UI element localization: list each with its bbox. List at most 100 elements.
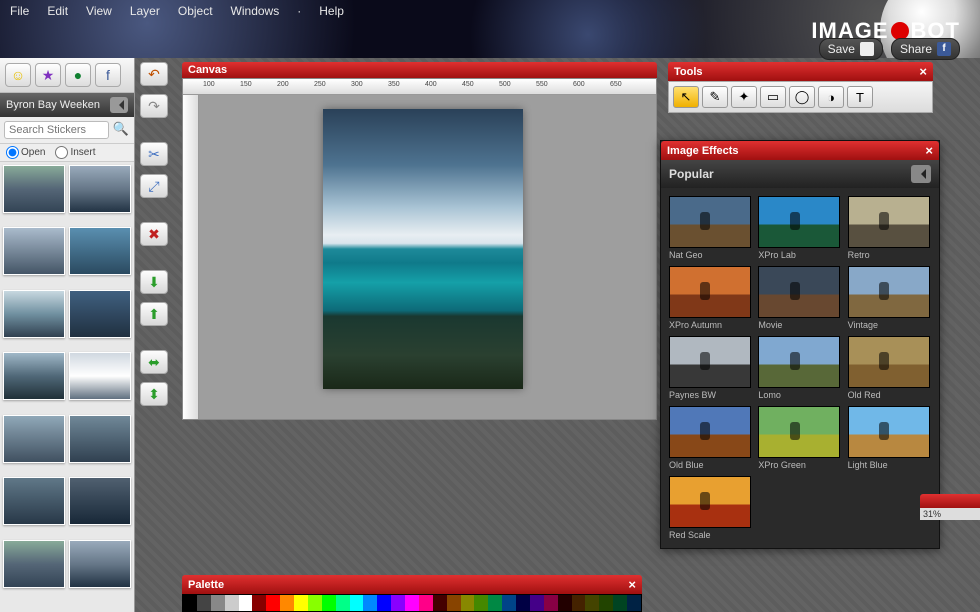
save-button[interactable]: Save	[819, 38, 883, 60]
swatch[interactable]	[211, 595, 225, 611]
swatch[interactable]	[239, 595, 253, 611]
radio-insert[interactable]: Insert	[55, 146, 95, 159]
tool-shape[interactable]: ◑	[818, 86, 844, 108]
effect-old-red[interactable]: Old Red	[848, 336, 931, 400]
tool-rect[interactable]: ▭	[760, 86, 786, 108]
effect-red-scale[interactable]: Red Scale	[669, 476, 752, 540]
menu-file[interactable]: File	[10, 4, 29, 18]
swatch[interactable]	[280, 595, 294, 611]
sticker-thumb[interactable]	[3, 352, 65, 400]
effect-xpro-lab[interactable]: XPro Lab	[758, 196, 841, 260]
effect-vintage[interactable]: Vintage	[848, 266, 931, 330]
sticker-thumb[interactable]	[69, 540, 131, 588]
swatch[interactable]	[419, 595, 433, 611]
swatch[interactable]	[197, 595, 211, 611]
effect-xpro-green[interactable]: XPro Green	[758, 406, 841, 470]
album-back-button[interactable]	[110, 97, 128, 113]
effect-old-blue[interactable]: Old Blue	[669, 406, 752, 470]
menu-object[interactable]: Object	[178, 4, 213, 18]
menu-layer[interactable]: Layer	[130, 4, 160, 18]
crop-button[interactable]: ✂	[140, 142, 168, 166]
palette-close-icon[interactable]: ×	[628, 577, 636, 592]
swatch[interactable]	[225, 595, 239, 611]
swatch[interactable]	[183, 595, 197, 611]
swatch[interactable]	[363, 595, 377, 611]
redo-button[interactable]: ↷	[140, 94, 168, 118]
resize-button[interactable]: ⤢	[140, 174, 168, 198]
sticker-thumb[interactable]	[3, 540, 65, 588]
swatch[interactable]	[377, 595, 391, 611]
search-stickers-input[interactable]	[4, 121, 109, 139]
effect-paynes-bw[interactable]: Paynes BW	[669, 336, 752, 400]
menu-view[interactable]: View	[86, 4, 112, 18]
sticker-thumb[interactable]	[69, 290, 131, 338]
effects-close-icon[interactable]: ×	[925, 143, 933, 158]
swatch[interactable]	[572, 595, 586, 611]
sticker-thumb[interactable]	[3, 415, 65, 463]
swatch[interactable]	[516, 595, 530, 611]
effect-xpro-autumn[interactable]: XPro Autumn	[669, 266, 752, 330]
swatch[interactable]	[266, 595, 280, 611]
flip-h-button[interactable]: ⬆	[140, 302, 168, 326]
sticker-thumb[interactable]	[3, 227, 65, 275]
tool-text[interactable]: T	[847, 86, 873, 108]
flip-v-button[interactable]: ⬇	[140, 270, 168, 294]
swatch[interactable]	[447, 595, 461, 611]
swatch[interactable]	[530, 595, 544, 611]
effects-back-button[interactable]	[911, 165, 931, 183]
sticker-thumb[interactable]	[3, 477, 65, 525]
star-button[interactable]: ★	[35, 63, 61, 87]
sticker-thumb[interactable]	[69, 477, 131, 525]
effect-light-blue[interactable]: Light Blue	[848, 406, 931, 470]
undo-button[interactable]: ↶	[140, 62, 168, 86]
tool-ellipse[interactable]: ◯	[789, 86, 815, 108]
swatch[interactable]	[322, 595, 336, 611]
sticker-thumb[interactable]	[69, 415, 131, 463]
swatch[interactable]	[488, 595, 502, 611]
sticker-thumb[interactable]	[69, 165, 131, 213]
sticker-thumb[interactable]	[69, 227, 131, 275]
swatch[interactable]	[405, 595, 419, 611]
sticker-thumb[interactable]	[3, 165, 65, 213]
effect-lomo[interactable]: Lomo	[758, 336, 841, 400]
menu-help[interactable]: Help	[319, 4, 344, 18]
smiley-button[interactable]: ☺	[5, 63, 31, 87]
menu-edit[interactable]: Edit	[47, 4, 68, 18]
canvas-area[interactable]: 100150200250300350400450500550600650	[182, 78, 657, 420]
badge-button[interactable]: ●	[65, 63, 91, 87]
swatch[interactable]	[627, 595, 641, 611]
swatch[interactable]	[544, 595, 558, 611]
tools-close-icon[interactable]: ×	[919, 64, 927, 79]
tool-brush[interactable]: ✎	[702, 86, 728, 108]
sticker-thumb[interactable]	[3, 290, 65, 338]
radio-open[interactable]: Open	[6, 146, 45, 159]
swatch[interactable]	[599, 595, 613, 611]
swatch[interactable]	[391, 595, 405, 611]
swatch[interactable]	[308, 595, 322, 611]
search-icon[interactable]: 🔍	[112, 121, 130, 139]
share-button[interactable]: Share	[891, 38, 960, 60]
effect-retro[interactable]: Retro	[848, 196, 931, 260]
artboard[interactable]	[323, 109, 523, 389]
swatch[interactable]	[613, 595, 627, 611]
facebook-button[interactable]: f	[95, 63, 121, 87]
effect-nat-geo[interactable]: Nat Geo	[669, 196, 752, 260]
swatch[interactable]	[558, 595, 572, 611]
move-h-button[interactable]: ⬌	[140, 350, 168, 374]
swatch[interactable]	[350, 595, 364, 611]
effect-movie[interactable]: Movie	[758, 266, 841, 330]
sticker-thumb[interactable]	[69, 352, 131, 400]
swatch[interactable]	[336, 595, 350, 611]
swatch[interactable]	[294, 595, 308, 611]
swatch[interactable]	[252, 595, 266, 611]
tool-pointer[interactable]: ↖	[673, 86, 699, 108]
delete-button[interactable]: ✖	[140, 222, 168, 246]
menu-windows[interactable]: Windows	[231, 4, 280, 18]
swatch[interactable]	[461, 595, 475, 611]
swatch[interactable]	[585, 595, 599, 611]
swatch[interactable]	[433, 595, 447, 611]
swatch[interactable]	[474, 595, 488, 611]
swatch[interactable]	[502, 595, 516, 611]
move-v-button[interactable]: ⬍	[140, 382, 168, 406]
tool-wand[interactable]: ✦	[731, 86, 757, 108]
